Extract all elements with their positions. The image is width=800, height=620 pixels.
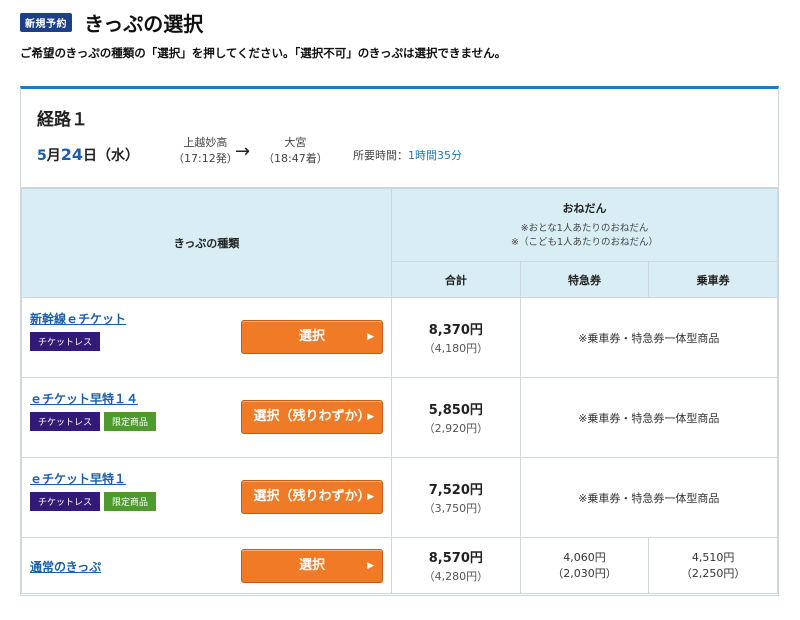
child-price-note: ※（こども1人あたりのおねだん） bbox=[510, 237, 658, 248]
select-button[interactable]: 選択（残りわずか） ▶ bbox=[241, 400, 383, 434]
adult-base-fare: 4,510円 bbox=[691, 550, 735, 564]
ticket-kind-cell: 通常のきっぷ 選択 ▶ bbox=[21, 537, 392, 594]
ticketless-tag: チケットレス bbox=[30, 332, 101, 351]
adult-total: 8,370円 bbox=[428, 323, 483, 338]
date-day: 24 bbox=[60, 145, 84, 164]
col-header-total: 合計 bbox=[391, 261, 521, 298]
adult-price-note: ※おとな1人あたりのおねだん bbox=[520, 223, 649, 234]
route-panel: 経路１ 5月24日（水） 上越妙高 （17:12発） → 大宮 （18:47着）… bbox=[20, 86, 779, 596]
ticket-tags: チケットレス 限定商品 bbox=[30, 412, 157, 431]
arrival-time: （18:47着） bbox=[263, 152, 328, 165]
limited-tag: 限定商品 bbox=[104, 492, 157, 511]
page-header: 新規予約 きっぷの選択 bbox=[20, 8, 203, 37]
col-header-base-fare: 乗車券 bbox=[648, 261, 778, 298]
child-total: （4,180円） bbox=[423, 342, 489, 355]
ticket-name-link[interactable]: 通常のきっぷ bbox=[30, 558, 101, 575]
ticket-name-link[interactable]: ｅチケット早特１ bbox=[30, 470, 126, 487]
select-button-label: 選択 bbox=[298, 329, 325, 344]
date-month-suffix: 月 bbox=[46, 148, 61, 164]
select-button-label: 選択（残りわずか） bbox=[253, 489, 371, 504]
ticket-name-link[interactable]: 新幹線ｅチケット bbox=[30, 310, 126, 327]
chevron-right-icon: ▶ bbox=[367, 412, 374, 422]
arrival-station: 大宮 （18:47着） bbox=[263, 135, 328, 167]
select-button[interactable]: 選択（残りわずか） ▶ bbox=[241, 480, 383, 514]
table-row: 新幹線ｅチケット チケットレス 選択 ▶ 8,370円 （4,180円） ※乗車券… bbox=[21, 297, 779, 378]
date-day-suffix: 日（水） bbox=[83, 148, 140, 164]
total-price-cell: 7,520円 （3,750円） bbox=[391, 457, 521, 538]
total-price-cell: 8,570円 （4,280円） bbox=[391, 537, 521, 594]
departure-station-name: 上越妙高 bbox=[183, 136, 228, 149]
ticket-kind-cell: ｅチケット早特１４ チケットレス 限定商品 選択（残りわずか） ▶ bbox=[21, 377, 392, 458]
departure-station: 上越妙高 （17:12発） bbox=[173, 135, 238, 167]
chevron-right-icon: ▶ bbox=[367, 561, 374, 571]
table-row: ｅチケット早特１４ チケットレス 限定商品 選択（残りわずか） ▶ 5,850円 … bbox=[21, 377, 779, 458]
chevron-right-icon: ▶ bbox=[367, 332, 374, 342]
ticket-table: きっぷの種類 おねだん ※おとな1人あたりのおねだん ※（こども1人あたりのおね… bbox=[21, 188, 779, 594]
select-button[interactable]: 選択 ▶ bbox=[241, 320, 383, 354]
child-total: （4,280円） bbox=[423, 570, 489, 583]
route-title: 経路１ bbox=[37, 110, 88, 130]
travel-date: 5月24日（水） bbox=[37, 145, 139, 165]
combined-ticket-note: ※乗車券・特急券一体型商品 bbox=[519, 457, 779, 538]
route-arrow-icon: → bbox=[235, 141, 251, 162]
departure-time: （17:12発） bbox=[173, 152, 238, 165]
child-base-fare: （2,250円） bbox=[680, 566, 746, 580]
ticketless-tag: チケットレス bbox=[30, 412, 101, 431]
ticket-tags: チケットレス bbox=[30, 332, 101, 351]
select-button-label: 選択 bbox=[298, 558, 325, 573]
table-row: 通常のきっぷ 選択 ▶ 8,570円 （4,280円） 4,060円 （2,030… bbox=[21, 537, 778, 594]
total-price-cell: 5,850円 （2,920円） bbox=[391, 377, 521, 458]
ticket-kind-cell: ｅチケット早特１ チケットレス 限定商品 選択（残りわずか） ▶ bbox=[21, 457, 392, 538]
limited-tag: 限定商品 bbox=[104, 412, 157, 431]
adult-express: 4,060円 bbox=[563, 550, 606, 564]
adult-total: 5,850円 bbox=[428, 403, 483, 418]
total-price-cell: 8,370円 （4,180円） bbox=[391, 297, 521, 378]
base-fare-cell: 4,510円 （2,250円） bbox=[648, 537, 778, 594]
ticket-name-link[interactable]: ｅチケット早特１４ bbox=[30, 390, 138, 407]
child-express: （2,030円） bbox=[552, 566, 617, 580]
instruction-text: ご希望のきっぷの種類の「選択」を押してください。「選択不可」のきっぷは選択できま… bbox=[20, 46, 507, 60]
adult-total: 8,570円 bbox=[428, 551, 483, 566]
child-total: （2,920円） bbox=[423, 422, 489, 435]
duration-label: 所要時間： bbox=[353, 149, 408, 162]
duration-value: 1時間35分 bbox=[408, 149, 462, 162]
date-month: 5 bbox=[37, 148, 47, 164]
travel-duration: 所要時間：1時間35分 bbox=[353, 147, 462, 163]
col-header-ticket-kind: きっぷの種類 bbox=[21, 188, 392, 298]
child-total: （3,750円） bbox=[423, 502, 489, 515]
col-header-price: おねだん ※おとな1人あたりのおねだん ※（こども1人あたりのおねだん） bbox=[391, 188, 778, 262]
ticket-tags: チケットレス 限定商品 bbox=[30, 492, 157, 511]
table-row: ｅチケット早特１ チケットレス 限定商品 選択（残りわずか） ▶ 7,520円 （… bbox=[21, 457, 779, 538]
arrival-station-name: 大宮 bbox=[284, 136, 307, 149]
adult-total: 7,520円 bbox=[428, 483, 483, 498]
new-reservation-badge: 新規予約 bbox=[20, 13, 72, 32]
chevron-right-icon: ▶ bbox=[367, 492, 374, 502]
route-summary: 経路１ 5月24日（水） 上越妙高 （17:12発） → 大宮 （18:47着）… bbox=[21, 89, 778, 188]
price-header-label: おねだん bbox=[562, 202, 607, 215]
combined-ticket-note: ※乗車券・特急券一体型商品 bbox=[519, 297, 779, 378]
combined-ticket-note: ※乗車券・特急券一体型商品 bbox=[519, 377, 779, 458]
express-price-cell: 4,060円 （2,030円） bbox=[519, 537, 650, 594]
select-button[interactable]: 選択 ▶ bbox=[241, 549, 383, 583]
ticket-kind-cell: 新幹線ｅチケット チケットレス 選択 ▶ bbox=[21, 297, 392, 378]
ticketless-tag: チケットレス bbox=[30, 492, 101, 511]
page-title: きっぷの選択 bbox=[84, 12, 204, 36]
col-header-express: 特急券 bbox=[519, 261, 650, 298]
select-button-label: 選択（残りわずか） bbox=[253, 409, 371, 424]
